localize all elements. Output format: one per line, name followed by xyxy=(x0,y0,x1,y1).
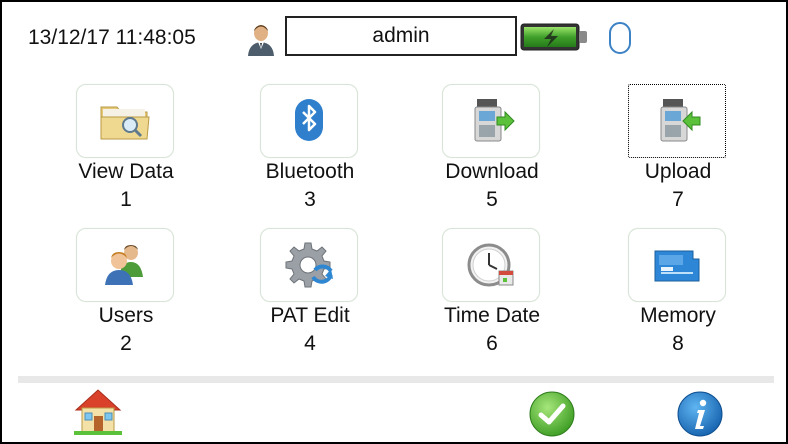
status-bar: 13/12/17 11:48:05 admin xyxy=(2,2,786,72)
app-window: 13/12/17 11:48:05 admin View Data 1 Blue… xyxy=(0,0,788,444)
confirm-check-icon[interactable] xyxy=(528,390,576,438)
connection-status-icon xyxy=(609,22,631,54)
menu-item-users[interactable]: Users 2 xyxy=(36,228,216,368)
time-date-button[interactable] xyxy=(442,228,540,302)
menu-item-view-data[interactable]: View Data 1 xyxy=(36,84,216,224)
clock-calendar-icon xyxy=(467,243,514,287)
menu-item-number: 6 xyxy=(486,332,498,355)
bluetooth-button[interactable] xyxy=(260,84,358,158)
folder-search-icon xyxy=(100,106,150,140)
menu-item-time-date[interactable]: Time Date 6 xyxy=(402,228,582,368)
menu-item-bluetooth[interactable]: Bluetooth 3 xyxy=(220,84,400,224)
info-icon[interactable] xyxy=(676,390,724,438)
footer-divider xyxy=(18,376,774,383)
menu-item-label: Users xyxy=(98,304,154,327)
download-button[interactable] xyxy=(442,84,540,158)
menu-item-download[interactable]: Download 5 xyxy=(402,84,582,224)
menu-item-label: Bluetooth xyxy=(265,160,355,183)
menu-item-number: 5 xyxy=(486,188,498,211)
users-icon xyxy=(105,245,143,285)
menu-item-label: View Data xyxy=(78,160,174,183)
menu-item-label: Time Date xyxy=(443,304,541,327)
gear-sync-icon xyxy=(285,242,333,288)
users-button[interactable] xyxy=(76,228,174,302)
microsd-card-icon xyxy=(654,250,700,282)
menu-item-number: 3 xyxy=(304,188,316,211)
menu-item-number: 8 xyxy=(672,332,684,355)
datetime-display: 13/12/17 11:48:05 xyxy=(28,26,196,49)
user-icon xyxy=(248,25,274,56)
current-user-field[interactable]: admin xyxy=(285,16,517,56)
bluetooth-icon xyxy=(295,99,323,141)
menu-item-number: 4 xyxy=(304,332,316,355)
menu-item-label: Memory xyxy=(640,304,716,327)
pat-edit-button[interactable] xyxy=(260,228,358,302)
download-icon xyxy=(474,99,515,142)
menu-item-label: Upload xyxy=(644,160,712,183)
menu-item-memory[interactable]: Memory 8 xyxy=(588,228,768,368)
view-data-button[interactable] xyxy=(76,84,174,158)
menu-item-label: PAT Edit xyxy=(270,304,350,327)
upload-icon xyxy=(660,99,701,142)
menu-item-pat-edit[interactable]: PAT Edit 4 xyxy=(220,228,400,368)
menu-item-upload[interactable]: Upload 7 xyxy=(588,84,768,224)
menu-item-label: Download xyxy=(445,160,539,183)
menu-item-number: 1 xyxy=(120,188,132,211)
battery-charging-icon xyxy=(520,23,587,51)
memory-button[interactable] xyxy=(628,228,726,302)
menu-item-number: 7 xyxy=(672,188,684,211)
upload-button[interactable] xyxy=(628,84,726,158)
menu-item-number: 2 xyxy=(120,332,132,355)
home-icon[interactable] xyxy=(70,386,126,436)
